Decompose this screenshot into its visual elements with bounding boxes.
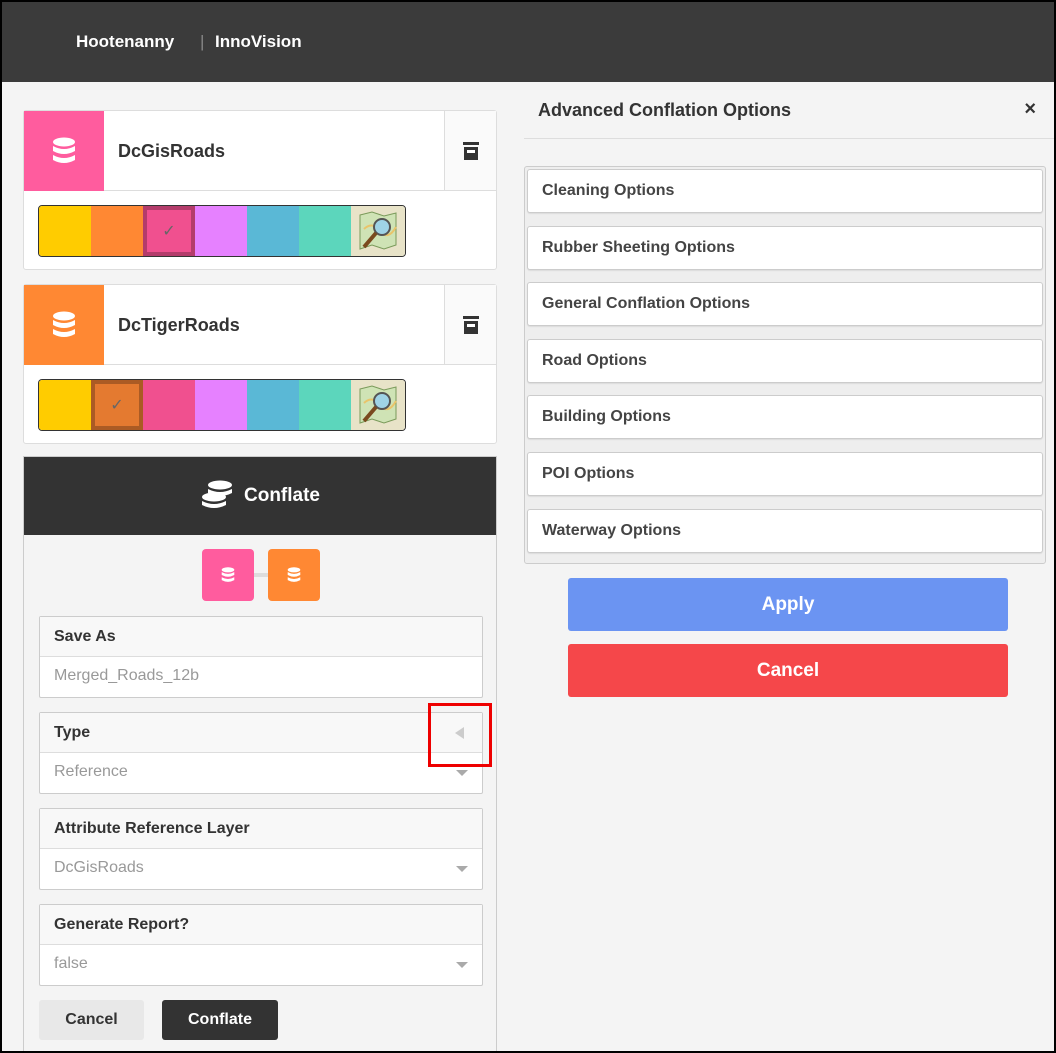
map-search-icon[interactable] [351, 380, 405, 430]
layer-card-reference: DcGisRoads ✓ [23, 110, 497, 270]
database-icon [24, 285, 104, 365]
cancel-advanced-button[interactable]: Cancel [568, 644, 1008, 697]
database-icon [24, 111, 104, 191]
conflate-header: Conflate [24, 457, 496, 535]
trash-icon [462, 141, 479, 160]
product-name[interactable]: InnoVision [215, 32, 302, 52]
layer-name: DcTigerRoads [118, 315, 240, 335]
option-building[interactable]: Building Options [527, 395, 1043, 440]
generate-report-field: Generate Report? false [39, 904, 483, 986]
field-label: Generate Report? [40, 905, 482, 945]
layer-card-secondary: DcTigerRoads ✓ [23, 284, 497, 444]
delete-layer-button[interactable] [444, 285, 496, 364]
color-swatch[interactable] [195, 206, 247, 256]
type-select[interactable]: Reference [40, 753, 482, 793]
conflate-panel: Conflate Save As Merged_Roads_12b Type R… [23, 456, 497, 1051]
app-frame: Hootenanny | InnoVision DcGisRoads ✓ DcT… [0, 0, 1056, 1053]
close-icon[interactable]: × [1024, 98, 1036, 121]
color-palette: ✓ [38, 205, 406, 257]
delete-layer-button[interactable] [444, 111, 496, 190]
type-field: Type Reference [39, 712, 483, 794]
layer-header: DcTigerRoads [24, 285, 496, 365]
field-label: Type [54, 724, 91, 741]
conflate-button[interactable]: Conflate [162, 1000, 278, 1040]
attribute-reference-select[interactable]: DcGisRoads [40, 849, 482, 889]
color-swatch[interactable] [247, 380, 299, 430]
options-list: Cleaning Options Rubber Sheeting Options… [524, 166, 1046, 564]
checkmark-icon: ✓ [110, 397, 124, 414]
map-search-icon[interactable] [351, 206, 405, 256]
color-swatch[interactable] [247, 206, 299, 256]
color-palette: ✓ [38, 379, 406, 431]
cancel-button[interactable]: Cancel [39, 1000, 144, 1040]
type-select-value: Reference [54, 763, 128, 780]
top-bar: Hootenanny | InnoVision [2, 2, 1054, 82]
layer-header: DcGisRoads [24, 111, 496, 191]
layer-name: DcGisRoads [118, 141, 226, 161]
database-icon [268, 549, 320, 601]
option-rubber-sheeting[interactable]: Rubber Sheeting Options [527, 225, 1043, 270]
field-label: Save As [40, 617, 482, 657]
save-as-field: Save As Merged_Roads_12b [39, 616, 483, 698]
database-icon [202, 549, 254, 601]
attribute-reference-field: Attribute Reference Layer DcGisRoads [39, 808, 483, 890]
color-swatch[interactable] [195, 380, 247, 430]
chevron-down-icon [456, 770, 468, 776]
chevron-down-icon [456, 962, 468, 968]
color-swatch[interactable] [299, 206, 351, 256]
brand-name[interactable]: Hootenanny [76, 32, 174, 52]
left-sidebar: DcGisRoads ✓ DcTigerRoads ✓ Conflate Sav… [2, 82, 510, 1051]
color-swatch[interactable] [39, 380, 91, 430]
color-swatch[interactable] [91, 206, 143, 256]
database-stack-icon [202, 480, 232, 508]
option-road[interactable]: Road Options [527, 338, 1043, 383]
option-cleaning[interactable]: Cleaning Options [527, 169, 1043, 213]
color-swatch[interactable] [39, 206, 91, 256]
color-swatch-selected[interactable]: ✓ [143, 206, 195, 256]
panel-title: Advanced Conflation Options [538, 100, 792, 120]
conflate-title: Conflate [244, 485, 320, 506]
highlight-box [428, 703, 492, 767]
option-general-conflation[interactable]: General Conflation Options [527, 282, 1043, 327]
advanced-options-panel: Advanced Conflation Options × Cleaning O… [510, 82, 1054, 1051]
chevron-down-icon [456, 866, 468, 872]
divider [524, 138, 1054, 139]
field-label: Attribute Reference Layer [40, 809, 482, 849]
option-waterway[interactable]: Waterway Options [527, 508, 1043, 553]
color-swatch[interactable] [143, 380, 195, 430]
trash-icon [462, 315, 479, 334]
color-swatch-selected[interactable]: ✓ [91, 380, 143, 430]
option-poi[interactable]: POI Options [527, 451, 1043, 496]
type-field-header[interactable]: Type [40, 713, 482, 753]
connector-line [254, 573, 268, 577]
attribute-reference-value: DcGisRoads [54, 859, 144, 876]
checkmark-icon: ✓ [162, 223, 176, 240]
apply-button[interactable]: Apply [568, 578, 1008, 631]
color-swatch[interactable] [299, 380, 351, 430]
save-as-input[interactable]: Merged_Roads_12b [40, 657, 482, 697]
layer-pair-icons [202, 549, 322, 603]
brand-separator: | [200, 32, 205, 51]
generate-report-value: false [54, 955, 88, 972]
generate-report-select[interactable]: false [40, 945, 482, 985]
